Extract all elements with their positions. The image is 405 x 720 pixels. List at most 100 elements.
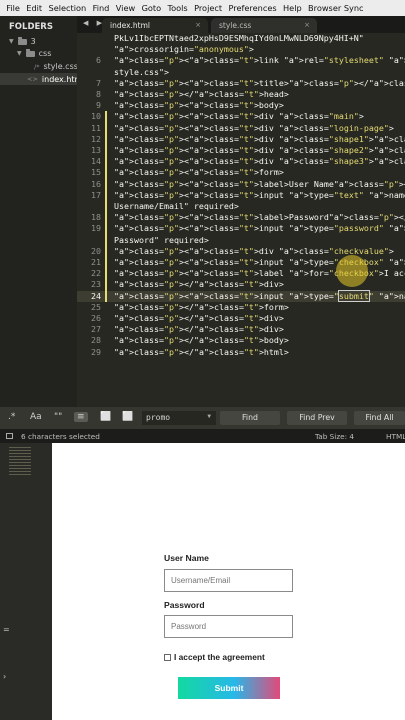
code-line[interactable]: "a">class="p"></"a">class="t">form> <box>114 302 404 313</box>
line-number: 9 <box>96 100 101 111</box>
wrap-toggle-icon[interactable]: ≡ <box>74 412 88 422</box>
code-line[interactable]: Password" required> <box>114 235 404 246</box>
case-sensitive-toggle-icon[interactable]: Aa <box>30 412 42 422</box>
code-line[interactable]: "a">class="p"><"a">class="t">div "a">cla… <box>114 145 405 156</box>
code-line[interactable]: style.css"> <box>114 67 404 78</box>
code-line[interactable]: "a">class="p"><"a">class="t">div "a">cla… <box>114 246 404 257</box>
line-number: 14 <box>91 156 101 167</box>
username-label: User Name <box>164 553 209 563</box>
line-number: 13 <box>91 145 101 155</box>
menu-selection[interactable]: Selection <box>45 3 89 13</box>
line-number: 22 <box>91 268 101 279</box>
find-input[interactable]: promo ▼ <box>142 411 216 425</box>
code-line[interactable]: "a">class="p"><"a">class="t">form> <box>114 167 404 178</box>
menu-help[interactable]: Help <box>280 3 305 13</box>
code-line[interactable]: "a">class="p"></"a">class="t">html> <box>114 347 404 358</box>
menu-project[interactable]: Project <box>191 3 225 13</box>
code-line[interactable]: "a">crossorigin="anonymous"> <box>114 44 404 55</box>
line-number: 8 <box>96 89 101 99</box>
tab-label: index.html <box>110 21 150 30</box>
background-editor-window: = › <box>0 443 52 720</box>
line-number: 16 <box>91 178 101 189</box>
sidebar-item-folder-3[interactable]: ▼ 3 <box>9 36 36 46</box>
find-panel: .* Aa "" ≡ ⬜ ⬜ promo ▼ Find Find Prev Fi… <box>0 407 405 429</box>
line-number: 7 <box>96 77 101 88</box>
code-line[interactable]: "a">class="p"><"a">class="t">label>Passw… <box>114 212 405 223</box>
highlight-matches-toggle-icon[interactable]: ⬜ <box>122 412 133 422</box>
agreement-checkbox[interactable] <box>164 654 171 661</box>
find-prev-button[interactable]: Find Prev <box>287 411 347 425</box>
sidebar-item-label: style.css <box>43 62 78 71</box>
code-line[interactable]: "a">class="p"><"a">class="t">link "a">re… <box>114 55 405 66</box>
line-number: 17 <box>91 189 101 200</box>
tab-strip: ◀ ▶ index.html × style.css × <box>77 16 405 33</box>
close-icon[interactable]: × <box>304 21 310 29</box>
menu-bar: File Edit Selection Find View Goto Tools… <box>0 0 405 16</box>
syntax-status[interactable]: HTML <box>386 432 405 441</box>
chevron-right-icon: › <box>3 672 7 681</box>
edge-glyph-icon: = <box>3 625 10 634</box>
regex-toggle-icon[interactable]: .* <box>8 412 15 422</box>
menu-tools[interactable]: Tools <box>164 3 191 13</box>
code-editor[interactable]: PkLv1IbcEPTNtaed2xpHsD9ESMhqIYd0nLMwNLD6… <box>77 33 405 407</box>
code-line[interactable]: "a">class="p"><"a">class="t">body> <box>114 100 404 111</box>
menu-browser-sync[interactable]: Browser Sync <box>305 3 367 13</box>
code-line[interactable]: PkLv1IbcEPTNtaed2xpHsD9ESMhqIYd0nLMwNLD6… <box>114 33 404 44</box>
in-selection-toggle-icon[interactable]: ⬜ <box>100 412 111 422</box>
code-line[interactable]: "a">class="p"><"a">class="t">div "a">cla… <box>114 111 404 122</box>
username-input[interactable] <box>164 569 293 592</box>
agreement-label[interactable]: I accept the agreement <box>174 652 265 662</box>
close-icon[interactable]: × <box>195 21 201 29</box>
menu-view[interactable]: View <box>113 3 139 13</box>
line-number: 20 <box>91 245 101 256</box>
submit-button[interactable]: Submit <box>178 677 280 699</box>
menu-file[interactable]: File <box>3 3 23 13</box>
line-number: 29 <box>91 346 101 357</box>
code-line[interactable]: "a">class="p"><"a">class="t">title>"a">c… <box>114 78 405 89</box>
password-label: Password <box>164 600 205 610</box>
menu-preferences[interactable]: Preferences <box>225 3 280 13</box>
folder-icon <box>25 48 35 57</box>
line-number: 21 <box>91 257 101 267</box>
find-all-button[interactable]: Find All <box>354 411 405 425</box>
line-number: 23 <box>91 279 101 290</box>
find-button[interactable]: Find <box>220 411 280 425</box>
code-line[interactable]: "a">class="p"><"a">class="t">input "a">t… <box>114 289 405 302</box>
line-number: 24 <box>91 290 101 301</box>
sidebar-item-folder-css[interactable]: ▼ css <box>17 48 51 58</box>
sidebar-item-index-html[interactable]: <> index.html <box>0 73 85 85</box>
whole-word-toggle-icon[interactable]: "" <box>54 412 62 422</box>
code-line[interactable]: Username/Email" required> <box>114 201 404 212</box>
chevron-down-icon[interactable]: ▼ <box>207 413 211 420</box>
code-line[interactable]: "a">class="p"><"a">class="t">div "a">cla… <box>114 134 405 145</box>
folders-heading: FOLDERS <box>9 22 53 32</box>
tab-label: style.css <box>219 21 252 30</box>
find-input-value: promo <box>146 413 171 422</box>
code-line[interactable]: "a">class="p"><"a">class="t">div "a">cla… <box>114 123 404 134</box>
menu-edit[interactable]: Edit <box>23 3 45 13</box>
code-line[interactable]: "a">class="p"></"a">class="t">body> <box>114 335 404 346</box>
css-file-icon: /* <box>34 62 40 71</box>
code-line[interactable]: "a">class="p"><"a">class="t">div "a">cla… <box>114 156 405 167</box>
code-line[interactable]: "a">class="p"><"a">class="t">label>User … <box>114 179 405 190</box>
line-number: 19 <box>91 223 101 234</box>
browser-preview: User Name Password I accept the agreemen… <box>52 443 405 720</box>
line-number: 10 <box>91 111 101 122</box>
selection-status: 6 characters selected <box>21 432 100 441</box>
sidebar-item-style-css[interactable]: /* style.css <box>34 62 78 71</box>
modified-lines-marker <box>105 111 107 302</box>
code-line[interactable]: "a">class="p"></"a">class="t">div> <box>114 313 404 324</box>
tab-style-css[interactable]: style.css × <box>211 18 317 33</box>
code-line[interactable]: "a">class="p"><"a">class="t">input "a">t… <box>114 190 405 201</box>
line-number: 11 <box>91 122 101 133</box>
code-line[interactable]: "a">class="p"><"a">class="t">input "a">t… <box>114 223 405 234</box>
code-line[interactable]: "a">class="p"></"a">class="t">head> <box>114 89 404 100</box>
code-line[interactable]: "a">class="p"></"a">class="t">div> <box>114 324 404 335</box>
panel-toggle-icon[interactable] <box>6 433 13 439</box>
menu-goto[interactable]: Goto <box>138 3 164 13</box>
tab-size-status[interactable]: Tab Size: 4 <box>315 432 354 441</box>
tab-index-html[interactable]: index.html × <box>102 18 208 33</box>
menu-find[interactable]: Find <box>89 3 112 13</box>
status-bar: 6 characters selected Tab Size: 4 HTML <box>0 429 405 443</box>
password-input[interactable] <box>164 615 293 638</box>
